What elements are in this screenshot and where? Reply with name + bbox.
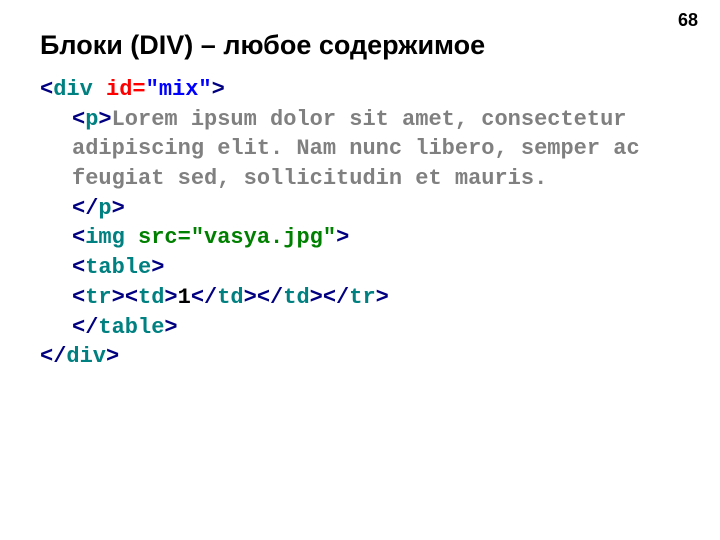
code-row: <tr><td>1</td></td></tr> [72,285,389,310]
slide-title: Блоки (DIV) – любое содержимое [40,30,680,61]
space [93,77,106,102]
angle-open: </ [40,344,66,369]
tag-div: div [66,344,106,369]
angle-open: </ [257,285,283,310]
angle-close: > [112,196,125,221]
angle-open: </ [191,285,217,310]
angle-open: </ [72,315,98,340]
code-table-open: <table> [72,255,164,280]
val-vasya: "vasya.jpg" [191,225,336,250]
tag-td: td [217,285,243,310]
angle-close: > [164,315,177,340]
lorem-text: Lorem ipsum dolor sit amet, consectetur … [72,107,653,191]
angle-open: < [125,285,138,310]
angle-close: > [112,285,125,310]
code-block: <div id="mix"> <p>Lorem ipsum dolor sit … [40,75,680,372]
angle-close: > [98,107,111,132]
angle-open: </ [323,285,349,310]
space [125,225,138,250]
tag-td: td [138,285,164,310]
tag-tr: tr [349,285,375,310]
angle-close: > [310,285,323,310]
code-line-div-open: <div id="mix"> [40,77,225,102]
code-img: <img src="vasya.jpg"> [72,225,349,250]
angle-close: > [151,255,164,280]
code-p-close: </p> [72,196,125,221]
page-number: 68 [678,10,698,31]
angle-open: < [72,107,85,132]
code-p-open: <p> [72,107,112,132]
attr-src: src= [138,225,191,250]
angle-close: > [106,344,119,369]
tag-table: table [85,255,151,280]
code-table-close: </table> [72,315,178,340]
code-indent-block: <p>Lorem ipsum dolor sit amet, consectet… [40,105,680,343]
tag-p: p [98,196,111,221]
angle-open: < [72,255,85,280]
angle-close: > [336,225,349,250]
tag-td: td [283,285,309,310]
cell-value: 1 [178,285,191,310]
angle-close: > [244,285,257,310]
angle-close: > [212,77,225,102]
tag-table: table [98,315,164,340]
code-div-close: </div> [40,344,119,369]
angle-close: > [376,285,389,310]
angle-open: < [40,77,53,102]
angle-open: < [72,225,85,250]
val-mix: "mix" [146,77,212,102]
attr-id: id= [106,77,146,102]
tag-img: img [85,225,125,250]
tag-tr: tr [85,285,111,310]
angle-open: < [72,285,85,310]
angle-open: </ [72,196,98,221]
slide: 68 Блоки (DIV) – любое содержимое <div i… [0,0,720,540]
tag-p: p [85,107,98,132]
tag-div: div [53,77,93,102]
angle-close: > [164,285,177,310]
